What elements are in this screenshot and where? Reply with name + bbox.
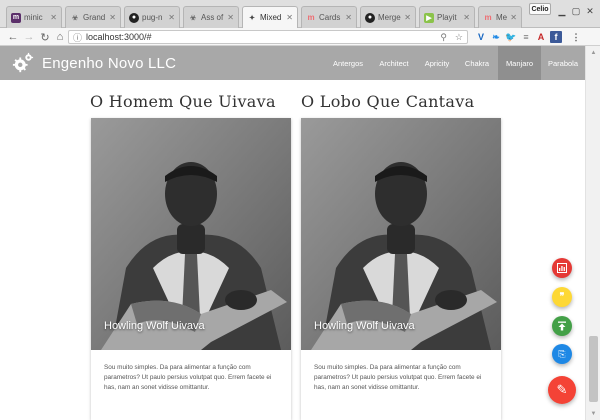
browser-tab[interactable]: ☣ Grand ✕ bbox=[65, 6, 121, 28]
scroll-thumb[interactable] bbox=[589, 336, 598, 402]
close-icon[interactable]: ✕ bbox=[345, 13, 352, 22]
browser-tab[interactable]: ● pug-n ✕ bbox=[124, 6, 180, 28]
close-icon[interactable]: ✕ bbox=[227, 13, 234, 22]
browser-toolbar: ← → ↻ ⌂ ⓘ localhost:3000/# ⚲ ☆ V ❧ 🐦 ≡ A… bbox=[0, 28, 600, 46]
card-image-caption: Howling Wolf Uivava bbox=[314, 320, 415, 332]
quote-fab-button[interactable]: ❞ bbox=[552, 287, 572, 307]
attach-fab-button[interactable]: ⎘ bbox=[552, 344, 572, 364]
browser-tab[interactable]: m Media ✕ bbox=[478, 6, 522, 28]
address-bar[interactable]: ⓘ localhost:3000/# ⚲ ☆ bbox=[68, 30, 468, 44]
card: Howling Wolf Uivava Sou muito simples. D… bbox=[301, 118, 501, 420]
scroll-up-icon[interactable]: ▲ bbox=[589, 48, 598, 57]
card: Howling Wolf Uivava Sou muito simples. D… bbox=[91, 118, 291, 420]
card-image: Howling Wolf Uivava bbox=[301, 118, 501, 350]
github-icon: ● bbox=[365, 12, 375, 23]
browser-tab-strip: m minic ✕ ☣ Grand ✕ ● pug-n ✕ ☣ Ass of ✕… bbox=[0, 0, 600, 28]
back-icon[interactable]: ← bbox=[6, 30, 20, 44]
tab-label: minic bbox=[24, 13, 43, 22]
tab-label: Cards bbox=[319, 13, 341, 22]
profile-button[interactable]: Celio bbox=[529, 3, 551, 15]
materialize-icon: m bbox=[484, 13, 492, 22]
close-icon[interactable]: ✕ bbox=[50, 13, 57, 22]
tab-label: pug-n bbox=[142, 13, 163, 22]
attach-icon: ⎘ bbox=[558, 348, 566, 359]
brand-title[interactable]: Engenho Novo LLC bbox=[42, 55, 176, 72]
card-text: Sou muito simples. Da para alimentar a f… bbox=[314, 364, 482, 391]
card-text: Sou muito simples. Da para alimentar a f… bbox=[104, 364, 272, 391]
menu-item-apricity[interactable]: Apricity bbox=[417, 46, 457, 80]
close-icon[interactable]: ✕ bbox=[510, 13, 517, 22]
twitter-icon[interactable]: 🐦 bbox=[505, 31, 517, 43]
publish-icon bbox=[558, 321, 566, 331]
scroll-down-icon[interactable]: ▼ bbox=[589, 409, 598, 418]
app-navbar: Engenho Novo LLC Antergos Architect Apri… bbox=[0, 46, 585, 80]
biohazard-icon: ☣ bbox=[189, 14, 197, 22]
browser-tab[interactable]: ● Merge ✕ bbox=[360, 6, 416, 28]
chart-fab-button[interactable] bbox=[552, 258, 572, 278]
tab-label: Ass of bbox=[201, 13, 224, 22]
browser-tab-active[interactable]: ✦ Mixed ✕ bbox=[242, 6, 298, 28]
edit-fab-button[interactable]: ✎ bbox=[548, 376, 576, 404]
facebook-icon[interactable]: f bbox=[550, 31, 562, 43]
tab-label: Media bbox=[496, 13, 508, 22]
menu-item-chakra[interactable]: Chakra bbox=[457, 46, 497, 80]
edit-icon: ✎ bbox=[556, 382, 568, 397]
bookmark-icon[interactable]: ❧ bbox=[490, 31, 502, 43]
close-icon[interactable]: ✕ bbox=[463, 13, 470, 22]
close-icon[interactable]: ✕ bbox=[168, 13, 175, 22]
close-icon[interactable]: ✕ bbox=[109, 13, 116, 22]
page-scrollbar[interactable]: ▲ ▼ bbox=[585, 46, 600, 420]
browser-tab[interactable]: m Cards ✕ bbox=[301, 6, 357, 28]
close-window-icon[interactable]: ✕ bbox=[584, 4, 596, 18]
stack-icon[interactable]: ≡ bbox=[520, 31, 532, 43]
bookmark-star-icon[interactable]: ☆ bbox=[455, 32, 463, 43]
menu-item-antergos[interactable]: Antergos bbox=[325, 46, 371, 80]
menu-item-manjaro[interactable]: Manjaro bbox=[498, 46, 541, 80]
tab-label: Mixed bbox=[260, 13, 282, 22]
browser-tab[interactable]: m minic ✕ bbox=[6, 6, 62, 28]
card-title: O Homem Que Uivava bbox=[90, 92, 276, 111]
menu-item-architect[interactable]: Architect bbox=[371, 46, 417, 80]
url-text: localhost:3000/# bbox=[86, 32, 152, 42]
publish-fab-button[interactable] bbox=[552, 316, 572, 336]
vimium-icon[interactable]: V bbox=[475, 31, 487, 43]
maximize-icon[interactable]: ▢ bbox=[570, 4, 582, 18]
info-icon: ⓘ bbox=[73, 32, 83, 43]
materialize-icon: m bbox=[307, 13, 315, 22]
browser-tab[interactable]: ☣ Ass of ✕ bbox=[183, 6, 239, 28]
tab-label: Playit bbox=[437, 13, 457, 22]
gears-icon bbox=[12, 52, 34, 73]
card-image-caption: Howling Wolf Uivava bbox=[104, 320, 205, 332]
quote-icon: ❞ bbox=[559, 292, 565, 302]
tab-label: Merge bbox=[378, 13, 401, 22]
close-icon[interactable]: ✕ bbox=[286, 13, 293, 22]
reload-icon[interactable]: ↻ bbox=[38, 30, 52, 44]
biohazard-icon: ☣ bbox=[71, 14, 79, 22]
tab-label: Grand bbox=[83, 13, 106, 22]
browser-tab[interactable]: ▶ Playit ✕ bbox=[419, 6, 475, 28]
minimize-icon[interactable]: ▁ bbox=[556, 4, 568, 18]
card-image: Howling Wolf Uivava bbox=[91, 118, 291, 350]
menu-icon[interactable]: ⋮ bbox=[570, 31, 582, 43]
menu-item-parabola[interactable]: Parabola bbox=[541, 46, 585, 80]
github-icon: ● bbox=[129, 12, 139, 23]
home-icon[interactable]: ⌂ bbox=[53, 30, 67, 44]
font-icon[interactable]: A bbox=[535, 31, 547, 43]
card-title: O Lobo Que Cantava bbox=[301, 92, 475, 111]
compass-icon: ✦ bbox=[249, 14, 255, 22]
close-icon[interactable]: ✕ bbox=[404, 13, 411, 22]
playit-icon: ▶ bbox=[424, 12, 434, 23]
forward-icon[interactable]: → bbox=[22, 30, 36, 44]
chart-icon bbox=[557, 263, 567, 273]
m-letter-icon: m bbox=[11, 12, 21, 23]
search-icon[interactable]: ⚲ bbox=[440, 32, 447, 43]
